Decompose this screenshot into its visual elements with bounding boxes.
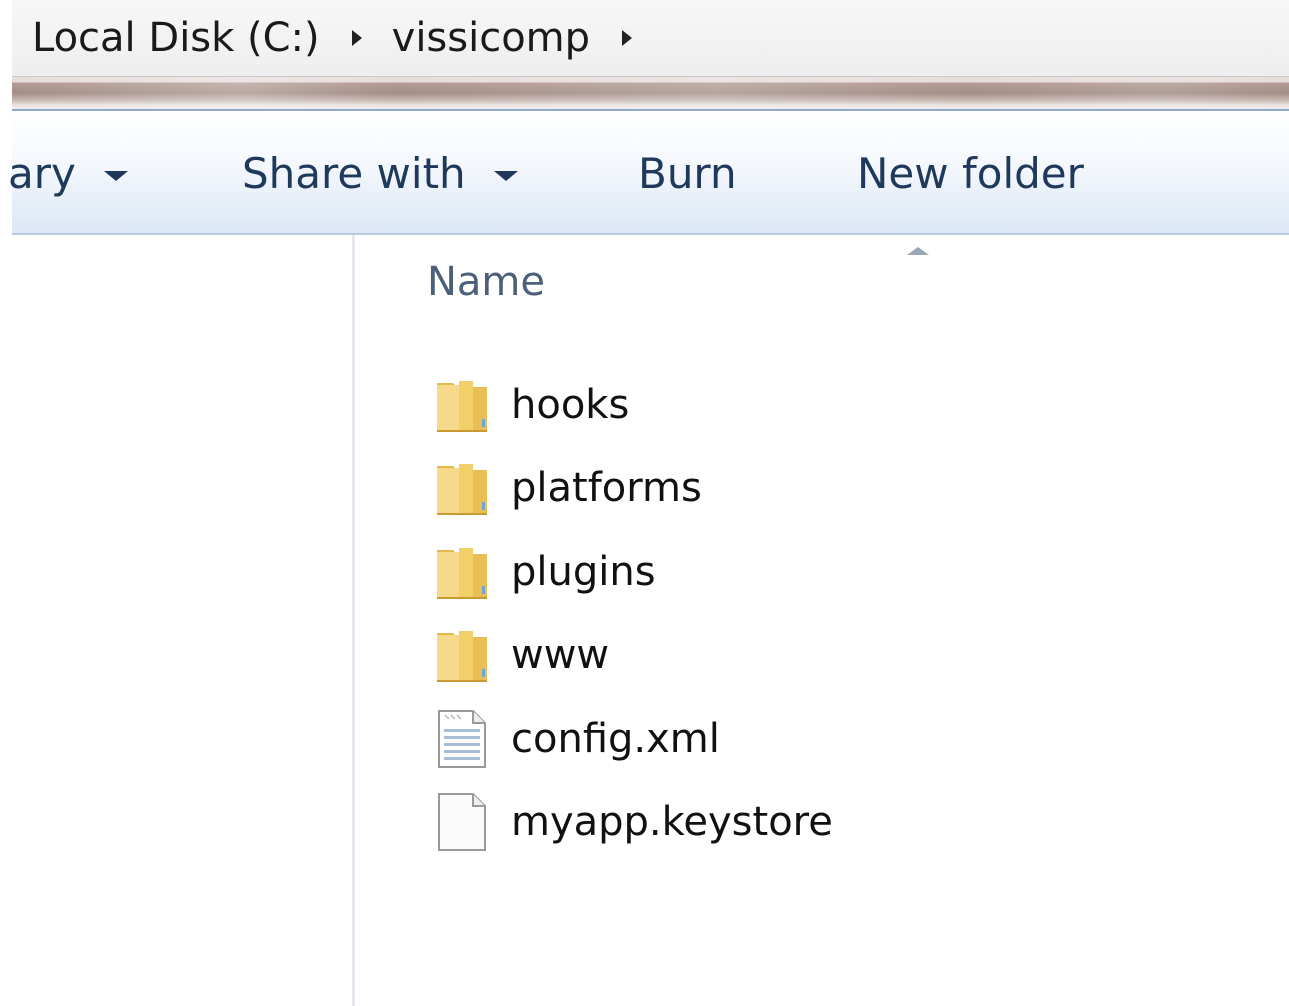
breadcrumb-local-disk[interactable]: Local Disk (C:) bbox=[32, 15, 320, 61]
item-name: myapp.keystore bbox=[511, 799, 833, 846]
item-name: hooks bbox=[511, 381, 630, 428]
chevron-down-icon bbox=[493, 171, 518, 181]
item-name: www bbox=[511, 632, 610, 679]
item-name: config.xml bbox=[511, 715, 720, 762]
chevron-right-icon[interactable] bbox=[351, 30, 362, 46]
generic-file-icon bbox=[433, 790, 491, 854]
explorer-window: Local Disk (C:) vissicomp ary Share with… bbox=[0, 0, 1289, 1006]
breadcrumb: Local Disk (C:) vissicomp bbox=[32, 10, 662, 66]
command-toolbar: ary Share with Burn New folder bbox=[8, 111, 1289, 235]
folder-icon bbox=[433, 373, 491, 437]
breadcrumb-vissicomp[interactable]: vissicomp bbox=[392, 15, 590, 61]
folder-icon bbox=[433, 623, 491, 687]
item-name: platforms bbox=[511, 465, 702, 512]
include-in-library-button[interactable]: ary bbox=[8, 145, 128, 201]
new-folder-button[interactable]: New folder bbox=[857, 145, 1084, 201]
item-name: plugins bbox=[511, 548, 656, 595]
window-glass-separator bbox=[12, 77, 1289, 111]
address-bar[interactable]: Local Disk (C:) vissicomp bbox=[12, 0, 1289, 77]
include-in-library-label: ary bbox=[8, 148, 76, 198]
file-list[interactable]: Name hooks platforms plugins www config.… bbox=[355, 235, 1289, 1006]
share-with-button[interactable]: Share with bbox=[242, 145, 518, 201]
folder-icon bbox=[433, 456, 491, 520]
column-header-name[interactable]: Name bbox=[427, 259, 545, 305]
new-folder-label: New folder bbox=[857, 148, 1084, 198]
folder-icon bbox=[433, 540, 491, 604]
navigation-pane[interactable] bbox=[12, 235, 352, 1006]
chevron-down-icon bbox=[103, 171, 128, 181]
burn-label: Burn bbox=[638, 148, 737, 198]
burn-button[interactable]: Burn bbox=[638, 145, 737, 201]
sort-ascending-icon bbox=[907, 247, 929, 255]
chevron-right-icon[interactable] bbox=[622, 30, 633, 46]
share-with-label: Share with bbox=[242, 148, 466, 198]
xml-document-icon bbox=[433, 707, 491, 771]
